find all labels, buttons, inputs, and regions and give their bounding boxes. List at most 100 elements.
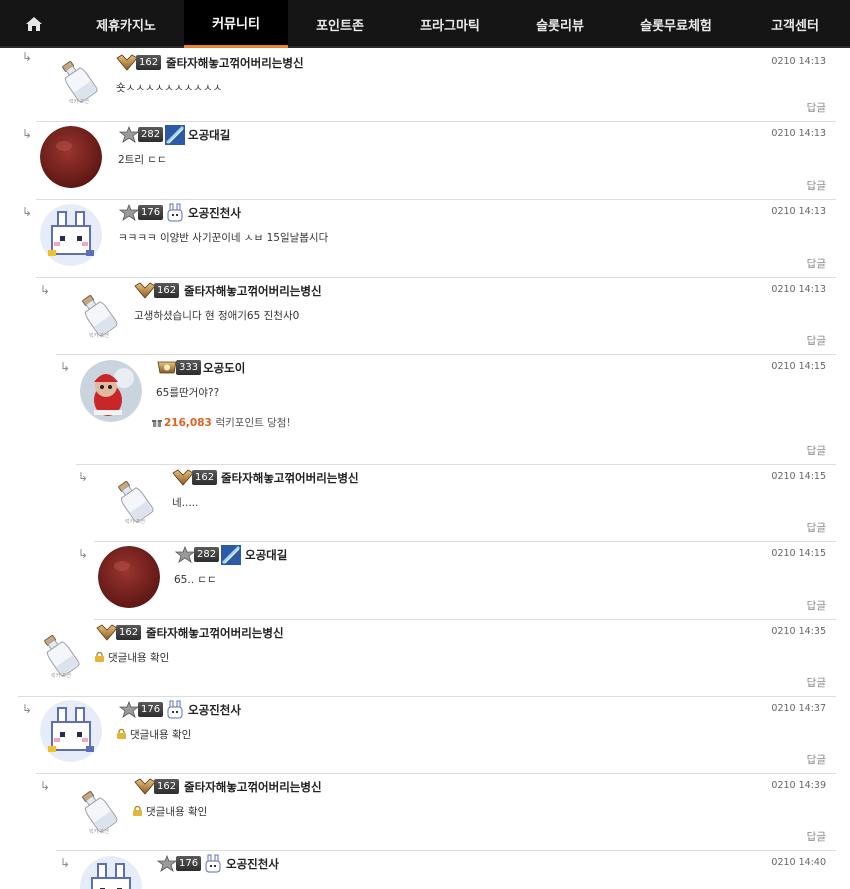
bunny-badge-icon bbox=[205, 854, 221, 872]
reply-indent-arrow: ↳ bbox=[40, 779, 51, 793]
reply-indent-arrow: ↳ bbox=[78, 547, 89, 561]
level-emblem-icon bbox=[96, 624, 118, 641]
nav-item-pragmatic[interactable]: 프라그마틱 bbox=[392, 0, 508, 48]
season-badge-icon bbox=[221, 544, 242, 565]
bunny-badge-icon bbox=[167, 700, 183, 718]
season-badge-icon bbox=[165, 124, 186, 145]
comment-author[interactable]: 오공도이 bbox=[203, 360, 245, 376]
comment-time: 0210 14:13 bbox=[771, 128, 826, 139]
level-emblem-icon bbox=[157, 361, 177, 374]
reply-button[interactable]: 답글 bbox=[807, 598, 826, 613]
reply-button[interactable]: 답글 bbox=[807, 100, 826, 115]
level-badge: 176 bbox=[138, 205, 164, 220]
level-emblem-icon bbox=[174, 546, 196, 563]
level-emblem-icon bbox=[118, 204, 140, 221]
reply-button[interactable]: 답글 bbox=[807, 256, 826, 271]
bunny-badge-icon bbox=[167, 203, 183, 221]
level-badge: 162 bbox=[154, 779, 180, 794]
bottle-avatar[interactable] bbox=[68, 784, 130, 846]
nav-item-community[interactable]: 커뮤니티 bbox=[184, 0, 288, 48]
bottle-avatar[interactable] bbox=[48, 54, 110, 116]
pixel-bunny-avatar[interactable] bbox=[40, 204, 102, 266]
user-level: 282 bbox=[118, 124, 186, 145]
comment-text: 숏ㅅㅅㅅㅅㅅㅅㅅㅅㅅㅅ bbox=[116, 82, 223, 94]
comment-author[interactable]: 줄타자해놓고꺾어버리는병신 bbox=[221, 470, 359, 486]
comment-author[interactable]: 오공진천사 bbox=[226, 856, 279, 872]
comment-author[interactable]: 줄타자해놓고꺾어버리는병신 bbox=[146, 625, 284, 641]
reply-button[interactable]: 답글 bbox=[807, 520, 826, 535]
gift-icon bbox=[152, 420, 162, 427]
user-level: 176 bbox=[118, 700, 185, 718]
bottle-avatar[interactable] bbox=[30, 628, 92, 690]
avatar-caption: 럭키 포션 bbox=[125, 519, 145, 525]
level-badge: 333 bbox=[176, 360, 202, 375]
home-icon bbox=[26, 17, 42, 31]
nav-item-partner-casino[interactable]: 제휴카지노 bbox=[68, 0, 184, 48]
pixel-bunny-avatar[interactable] bbox=[40, 700, 102, 762]
reply-indent-arrow: ↳ bbox=[22, 127, 33, 141]
avatar-caption: 럭키 포션 bbox=[69, 99, 89, 105]
level-emblem-icon bbox=[134, 282, 156, 299]
user-level: 162 bbox=[172, 469, 218, 486]
bottle-avatar[interactable] bbox=[104, 474, 166, 536]
reply-indent-arrow: ↳ bbox=[78, 470, 89, 484]
comment-time: 0210 14:13 bbox=[771, 284, 826, 295]
nav-item-customer-center[interactable]: 고객센터 bbox=[740, 0, 850, 48]
level-badge: 162 bbox=[136, 55, 162, 70]
comment-text: 네..... bbox=[172, 497, 199, 509]
top-navigation: 제휴카지노 커뮤니티 포인트존 프라그마틱 슬롯리뷰 슬롯무료체험 고객센터 bbox=[0, 0, 850, 48]
reply-indent-arrow: ↳ bbox=[22, 50, 33, 64]
user-level: 162 bbox=[96, 624, 142, 641]
comment-time: 0210 14:39 bbox=[771, 780, 826, 791]
comment-author[interactable]: 줄타자해놓고꺾어버리는병신 bbox=[184, 283, 322, 299]
comment-time: 0210 14:13 bbox=[771, 56, 826, 67]
user-level: 176 bbox=[156, 854, 223, 872]
comment-author[interactable]: 오공진천사 bbox=[188, 205, 241, 221]
reply-button[interactable]: 답글 bbox=[807, 829, 826, 844]
comment-author[interactable]: 줄타자해놓고꺾어버리는병신 bbox=[184, 779, 322, 795]
comment-time: 0210 14:15 bbox=[771, 471, 826, 482]
level-badge: 282 bbox=[138, 127, 164, 142]
avatar-caption: 럭키 포션 bbox=[89, 829, 109, 835]
reply-button[interactable]: 답글 bbox=[807, 178, 826, 193]
level-badge: 162 bbox=[154, 283, 180, 298]
level-badge: 162 bbox=[116, 625, 142, 640]
lock-icon bbox=[117, 729, 126, 739]
lock-icon bbox=[133, 806, 142, 816]
comment-text: 고생하셨습니다 현 정애기65 진천사0 bbox=[134, 310, 300, 322]
comment-time: 0210 14:37 bbox=[771, 703, 826, 714]
reply-button[interactable]: 답글 bbox=[807, 333, 826, 348]
level-badge: 282 bbox=[194, 547, 220, 562]
level-emblem-icon bbox=[118, 701, 140, 718]
reply-indent-arrow: ↳ bbox=[22, 205, 33, 219]
red-circle-avatar[interactable] bbox=[98, 546, 160, 608]
comment-author[interactable]: 줄타자해놓고꺾어버리는병신 bbox=[166, 55, 304, 71]
locked-comment-link[interactable]: 댓글내용 확인 bbox=[132, 804, 207, 819]
comment-author[interactable]: 오공대길 bbox=[188, 127, 230, 143]
nav-item-point-zone[interactable]: 포인트존 bbox=[288, 0, 392, 48]
user-level: 333 bbox=[156, 359, 202, 376]
level-emblem-icon bbox=[134, 778, 156, 795]
user-level: 162 bbox=[134, 282, 180, 299]
nav-item-free-slot[interactable]: 슬롯무료체험 bbox=[612, 0, 740, 48]
comment-text: 65.. ㄷㄷ bbox=[174, 574, 217, 586]
locked-comment-link[interactable]: 댓글내용 확인 bbox=[116, 727, 191, 742]
bottle-avatar[interactable] bbox=[68, 288, 130, 350]
reply-button[interactable]: 답글 bbox=[807, 752, 826, 767]
nav-home[interactable] bbox=[0, 0, 68, 48]
comment-text: 2트리 ㄷㄷ bbox=[118, 154, 167, 166]
santa-avatar[interactable] bbox=[80, 360, 142, 422]
comment-time: 0210 14:35 bbox=[771, 626, 826, 637]
reply-button[interactable]: 답글 bbox=[807, 675, 826, 690]
red-circle-avatar[interactable] bbox=[40, 126, 102, 188]
comment-author[interactable]: 오공진천사 bbox=[188, 702, 241, 718]
reply-button[interactable]: 답글 bbox=[807, 443, 826, 458]
lucky-point-notice: 216,083 럭키포인트 당첨! bbox=[152, 415, 291, 430]
nav-item-slot-review[interactable]: 슬롯리뷰 bbox=[508, 0, 612, 48]
comment-text: ㅋㅋㅋㅋ 이양반 사기꾼이네 ㅅㅂ 15일날봅시다 bbox=[118, 232, 329, 244]
level-emblem-icon bbox=[118, 126, 140, 143]
locked-comment-link[interactable]: 댓글내용 확인 bbox=[94, 650, 169, 665]
avatar-caption: 럭키 포션 bbox=[89, 333, 109, 339]
comment-author[interactable]: 오공대길 bbox=[245, 547, 287, 563]
user-level: 176 bbox=[118, 203, 185, 221]
